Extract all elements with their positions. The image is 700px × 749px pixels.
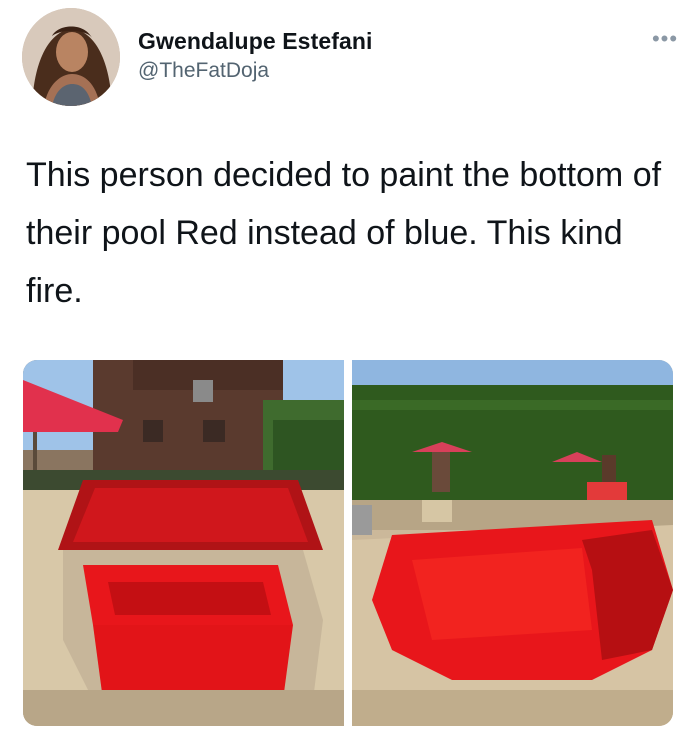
user-handle[interactable]: @TheFatDoja [138, 57, 373, 85]
media-grid [23, 360, 673, 726]
avatar[interactable] [22, 8, 120, 106]
photo-red-pool-mansion[interactable] [23, 360, 344, 726]
more-icon[interactable]: ••• [650, 28, 680, 50]
tweet-card: Gwendalupe Estefani @TheFatDoja ••• This… [0, 0, 700, 749]
author-block: Gwendalupe Estefani @TheFatDoja [138, 26, 373, 85]
tweet-text: This person decided to paint the bottom … [26, 156, 662, 310]
display-name[interactable]: Gwendalupe Estefani [138, 26, 373, 56]
photo-red-pool-garden[interactable] [352, 360, 673, 726]
